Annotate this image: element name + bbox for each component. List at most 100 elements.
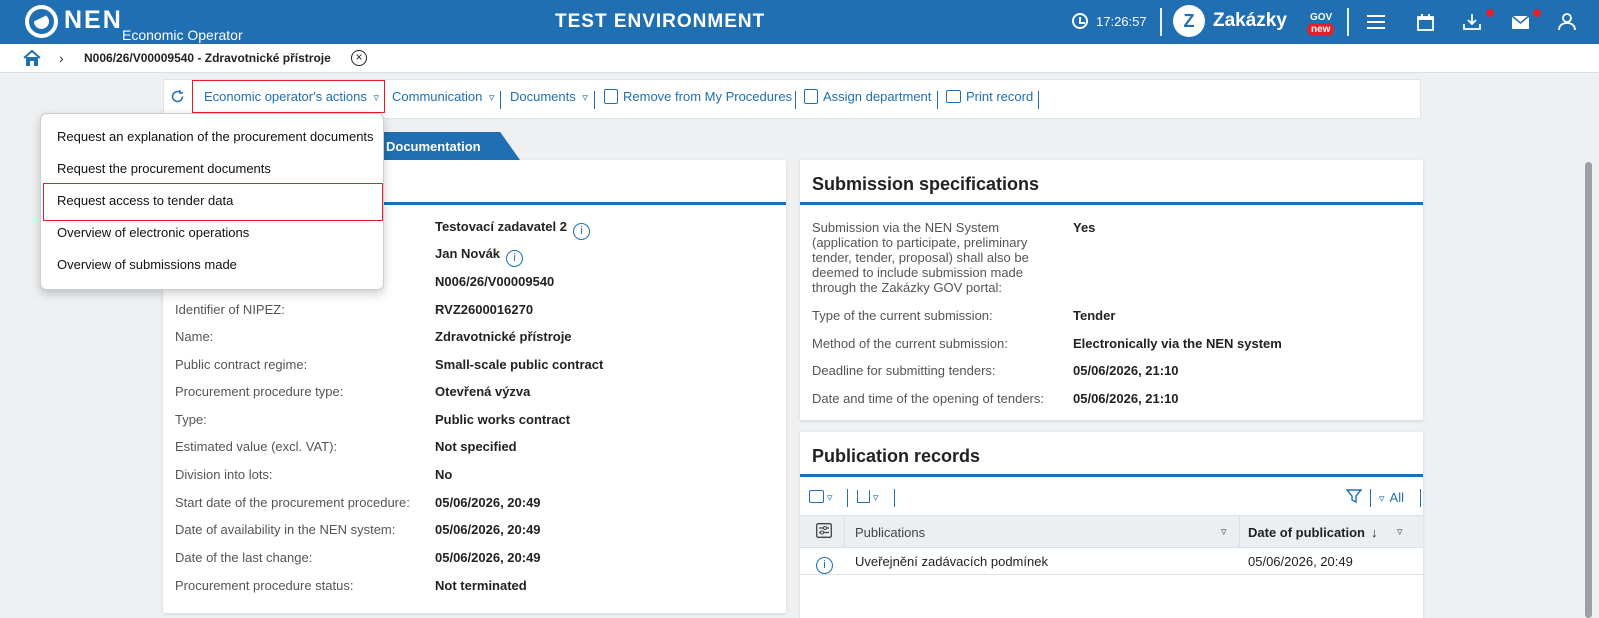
remove-from-my-procedures-button[interactable]: Remove from My Procedures	[604, 89, 792, 104]
close-icon[interactable]: ×	[351, 50, 367, 66]
print-record-button[interactable]: Print record	[946, 89, 1033, 104]
menu-item-request-documents[interactable]: Request the procurement documents	[57, 161, 271, 176]
menu-item-request-explanation[interactable]: Request an explanation of the procuremen…	[57, 129, 374, 144]
chevron-down-icon: ▿	[873, 492, 879, 504]
detail-label: Date of the last change:	[175, 550, 313, 565]
info-icon[interactable]: i	[506, 250, 524, 267]
vertical-scrollbar[interactable]	[1585, 162, 1592, 618]
print-menu[interactable]: ▿	[809, 488, 833, 504]
submission-specifications-card: Submission specifications Submission via…	[800, 160, 1423, 420]
menu-icon[interactable]	[1366, 12, 1386, 32]
calendar-icon[interactable]	[1415, 12, 1435, 32]
card-accent-bar	[800, 474, 1423, 477]
new-badge: new	[1307, 23, 1335, 36]
filter-dropdown-icon[interactable]: ▿	[1221, 525, 1227, 538]
download-icon[interactable]	[1462, 12, 1482, 32]
clock-icon	[1072, 13, 1088, 29]
detail-value: Testovací zadavatel 2 i	[435, 219, 590, 240]
detail-value: 05/06/2026, 20:49	[435, 495, 541, 510]
clock-time: 17:26:57	[1096, 13, 1147, 29]
environment-title: TEST ENVIRONMENT	[555, 11, 766, 32]
filter-all-dropdown[interactable]: ▿ All	[1379, 490, 1404, 505]
clipboard-assign-icon	[804, 89, 818, 104]
column-header-date[interactable]: Date of publication ↓	[1248, 525, 1378, 540]
detail-value: Not terminated	[435, 578, 527, 593]
detail-value: Small-scale public contract	[435, 357, 604, 372]
top-bar: NEN Economic Operator TEST ENVIRONMENT 1…	[0, 0, 1599, 44]
divider	[594, 91, 595, 109]
logo-text: NEN	[64, 6, 123, 34]
zakazky-gov-link[interactable]: Z Zakázky GOV new	[1173, 5, 1335, 37]
mail-icon[interactable]	[1510, 12, 1530, 32]
documents-label: Documents	[510, 89, 576, 104]
export-menu[interactable]: ▿	[857, 488, 879, 504]
submission-value: Electronically via the NEN system	[1073, 336, 1282, 351]
detail-label: Division into lots:	[175, 467, 273, 482]
filter-all-label: All	[1389, 490, 1404, 505]
table-toolbar: ▿ ▿ ▿ All	[800, 484, 1423, 512]
breadcrumb: › N006/26/V00009540 - Zdravotnické příst…	[0, 44, 1599, 73]
card-title: Publication records	[812, 446, 981, 466]
info-icon[interactable]: i	[816, 553, 833, 574]
chevron-right-icon: ›	[59, 50, 64, 66]
assign-department-button[interactable]: Assign department	[804, 89, 931, 104]
detail-value: Jan Novák i	[435, 246, 524, 267]
divider	[1370, 489, 1371, 507]
detail-label: Date of availability in the NEN system:	[175, 522, 396, 537]
share-icon	[857, 490, 870, 503]
submission-value: Yes	[1073, 220, 1096, 235]
menu-item-overview-submissions[interactable]: Overview of submissions made	[57, 257, 237, 272]
detail-value: 05/06/2026, 20:49	[435, 522, 541, 537]
zakazky-logo-icon: Z	[1173, 5, 1205, 37]
info-icon[interactable]: i	[573, 223, 590, 240]
table-header: Publications ▿ Date of publication ↓ ▿	[800, 515, 1423, 548]
filter-icon[interactable]	[1345, 488, 1363, 507]
detail-label: Type:	[175, 412, 207, 427]
detail-label: Start date of the procurement procedure:	[175, 495, 410, 510]
nen-logo[interactable]: NEN	[25, 5, 123, 38]
divider	[847, 489, 848, 507]
menu-item-overview-operations[interactable]: Overview of electronic operations	[57, 225, 249, 240]
detail-value: No	[435, 467, 453, 482]
user-icon[interactable]	[1557, 12, 1577, 32]
zakazky-label: Zakázky	[1213, 10, 1287, 31]
detail-label: Procurement procedure status:	[175, 578, 354, 593]
refresh-icon[interactable]	[170, 89, 185, 107]
date-column-label: Date of publication	[1248, 525, 1365, 540]
breadcrumb-record[interactable]: N006/26/V00009540 - Zdravotnické přístro…	[84, 51, 331, 65]
filter-dropdown-icon[interactable]: ▿	[1397, 525, 1403, 538]
submission-label: Type of the current submission:	[812, 308, 993, 323]
detail-label: Procurement procedure type:	[175, 384, 344, 399]
submission-label: Method of the current submission:	[812, 336, 1008, 351]
detail-label: Identifier of NIPEZ:	[175, 302, 285, 317]
nen-logo-icon	[25, 5, 58, 38]
divider	[1420, 489, 1421, 507]
column-header-publications[interactable]: Publications	[855, 525, 925, 540]
notification-dot	[1533, 9, 1541, 17]
submission-value: 05/06/2026, 21:10	[1073, 363, 1179, 378]
remove-label: Remove from My Procedures	[623, 89, 793, 104]
divider	[1239, 516, 1240, 547]
chevron-down-icon: ▿	[1379, 493, 1385, 505]
publication-name[interactable]: Uveřejnění zadávacích podmínek	[855, 554, 1048, 569]
contact-person: Jan Novák	[435, 246, 501, 261]
home-icon[interactable]	[23, 49, 41, 67]
clipboard-remove-icon	[604, 89, 618, 104]
highlight-frame	[192, 80, 385, 113]
system-number: N006/26/V00009540	[435, 274, 555, 289]
divider	[1038, 91, 1039, 109]
tab-documentation-label: Documentation	[386, 139, 481, 154]
table-row[interactable]: i Uveřejnění zadávacích podmínek 05/06/2…	[800, 548, 1423, 575]
detail-label: Estimated value (excl. VAT):	[175, 439, 338, 454]
divider	[937, 91, 938, 109]
column-settings-icon[interactable]	[816, 523, 832, 541]
divider	[500, 91, 501, 109]
divider	[894, 489, 895, 507]
communication-menu[interactable]: Communication ▿	[392, 89, 494, 104]
card-accent-bar	[800, 202, 1423, 205]
detail-value: Public works contract	[435, 412, 571, 427]
logo-subtitle: Economic Operator	[122, 27, 243, 43]
contracting-authority: Testovací zadavatel 2	[435, 219, 567, 234]
publication-records-card: Publication records ▿ ▿ ▿ All Publication…	[800, 432, 1423, 618]
documents-menu[interactable]: Documents ▿	[510, 89, 588, 104]
